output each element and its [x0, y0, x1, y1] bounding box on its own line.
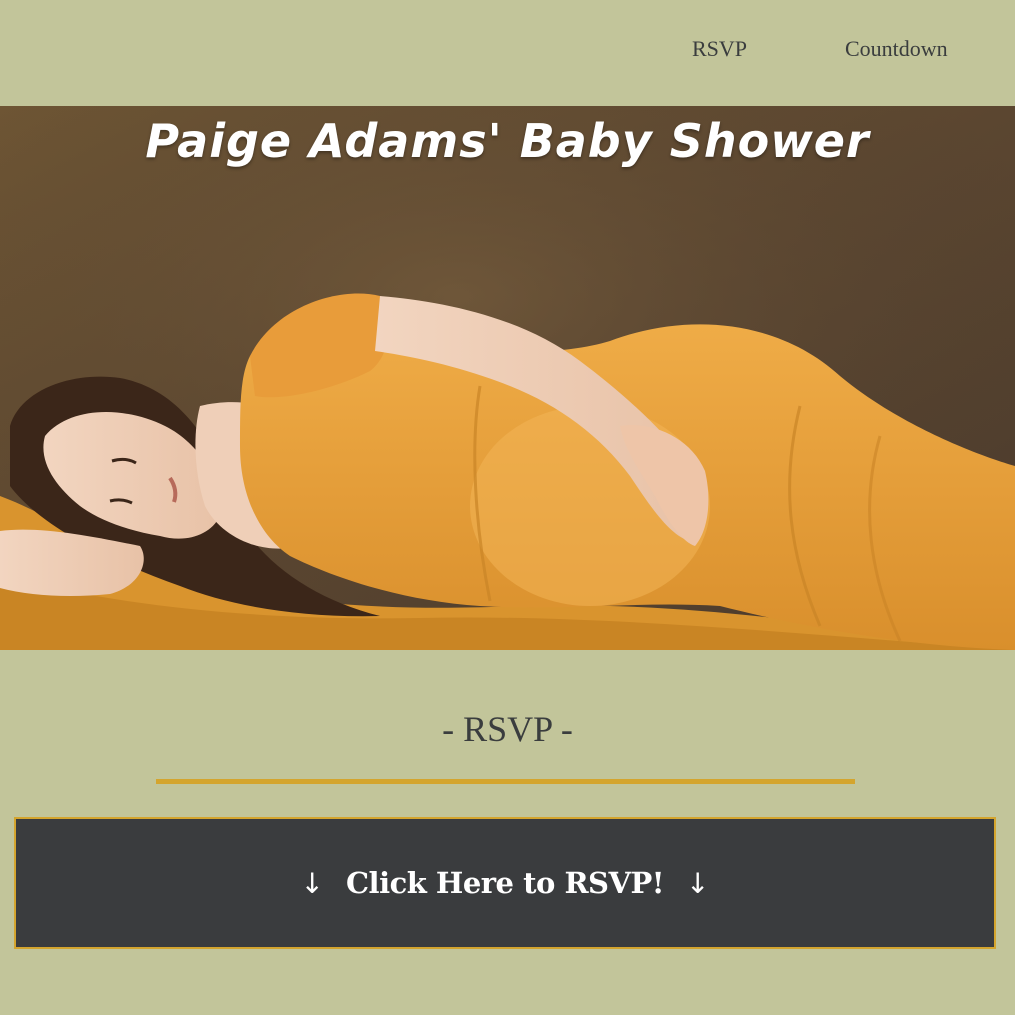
- top-navigation: RSVP Countdown: [0, 0, 1015, 106]
- nav-link-rsvp[interactable]: RSVP: [692, 36, 747, 62]
- rsvp-button[interactable]: ↓ Click Here to RSVP! ↓: [14, 817, 996, 949]
- rsvp-section-heading: - RSVP -: [442, 709, 573, 749]
- nav-link-countdown[interactable]: Countdown: [845, 36, 948, 62]
- hero-title: Paige Adams' Baby Shower: [145, 114, 870, 168]
- section-divider: [156, 779, 855, 784]
- arrow-down-icon: ↓: [300, 866, 324, 900]
- hero-photo: [0, 106, 1015, 650]
- rsvp-button-label: Click Here to RSVP!: [345, 866, 665, 900]
- arrow-down-icon: ↓: [686, 866, 710, 900]
- hero-banner: Paige Adams' Baby Shower: [0, 106, 1015, 650]
